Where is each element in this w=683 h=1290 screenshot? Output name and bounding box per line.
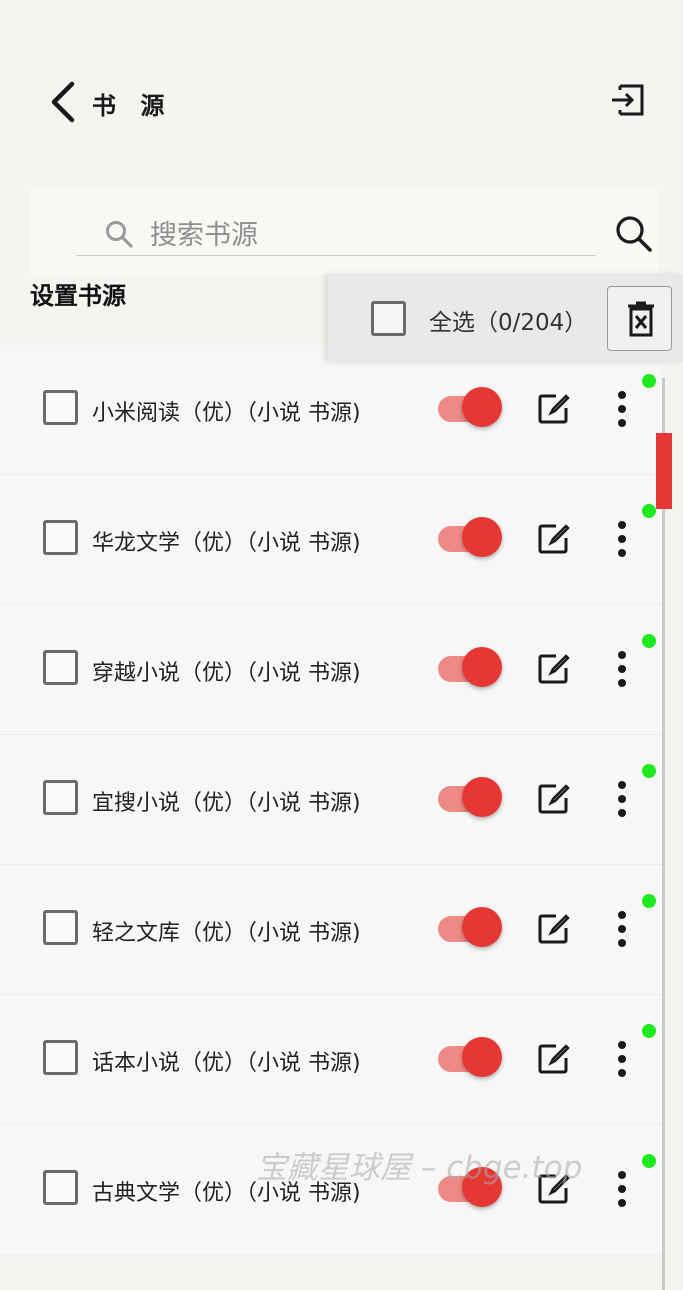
- edit-icon[interactable]: [536, 522, 570, 556]
- source-name: 宜搜小说（优）（小说 书源): [92, 791, 361, 816]
- toggle-knob: [462, 1037, 502, 1077]
- more-vertical-icon[interactable]: [608, 649, 636, 689]
- toggle-knob: [462, 777, 502, 817]
- list-item[interactable]: 小米阅读（优）（小说 书源): [0, 345, 662, 475]
- back-button[interactable]: [44, 80, 84, 124]
- delete-button[interactable]: [607, 286, 672, 351]
- enable-toggle[interactable]: [438, 387, 502, 429]
- enable-toggle[interactable]: [438, 777, 502, 819]
- source-name: 穿越小说（优）（小说 书源): [92, 661, 361, 686]
- status-dot: [642, 504, 656, 518]
- toggle-knob: [462, 387, 502, 427]
- list-item[interactable]: 轻之文库（优）（小说 书源): [0, 865, 662, 995]
- source-name: 话本小说（优）（小说 书源): [92, 1051, 361, 1076]
- source-name: 轻之文库（优）（小说 书源): [92, 921, 361, 946]
- more-vertical-icon[interactable]: [608, 1169, 636, 1209]
- status-dot: [642, 1024, 656, 1038]
- watermark: 宝藏星球屋 – cbge.top: [256, 1150, 583, 1186]
- toggle-knob: [462, 517, 502, 557]
- enable-toggle[interactable]: [438, 517, 502, 559]
- row-checkbox[interactable]: [43, 1170, 78, 1205]
- section-title: 设置书源: [30, 282, 126, 310]
- chevron-left-icon: [51, 81, 75, 123]
- search-input[interactable]: [150, 216, 580, 254]
- row-checkbox[interactable]: [43, 780, 78, 815]
- row-checkbox[interactable]: [43, 650, 78, 685]
- more-vertical-icon[interactable]: [608, 779, 636, 819]
- search-button[interactable]: [612, 212, 656, 256]
- page-title: 书 源: [92, 92, 173, 120]
- source-name: 小米阅读（优）（小说 书源): [92, 401, 361, 426]
- more-vertical-icon[interactable]: [608, 519, 636, 559]
- row-checkbox[interactable]: [43, 520, 78, 555]
- edit-icon[interactable]: [536, 652, 570, 686]
- source-name: 华龙文学（优）（小说 书源): [92, 531, 361, 556]
- delete-icon: [628, 301, 654, 337]
- search-hint-icon: [106, 221, 133, 248]
- status-dot: [642, 1154, 656, 1168]
- more-vertical-icon[interactable]: [608, 389, 636, 429]
- status-dot: [642, 634, 656, 648]
- edit-icon[interactable]: [536, 392, 570, 426]
- edit-icon[interactable]: [536, 912, 570, 946]
- more-vertical-icon[interactable]: [608, 909, 636, 949]
- row-checkbox[interactable]: [43, 1040, 78, 1075]
- import-icon: [612, 84, 644, 116]
- row-checkbox[interactable]: [43, 390, 78, 425]
- list-item[interactable]: 话本小说（优）（小说 书源): [0, 995, 662, 1125]
- select-all-label: 全选（0/204）: [429, 310, 588, 336]
- status-dot: [642, 374, 656, 388]
- import-button[interactable]: [606, 80, 650, 120]
- status-dot: [642, 894, 656, 908]
- list-item[interactable]: 宜搜小说（优）（小说 书源): [0, 735, 662, 865]
- toggle-knob: [462, 907, 502, 947]
- row-checkbox[interactable]: [43, 910, 78, 945]
- status-bar-area: [0, 0, 683, 72]
- toggle-knob: [462, 647, 502, 687]
- list-item[interactable]: 穿越小说（优）（小说 书源): [0, 605, 662, 735]
- edit-icon[interactable]: [536, 782, 570, 816]
- scrollbar-track: [662, 378, 665, 1290]
- list-item[interactable]: 华龙文学（优）（小说 书源): [0, 475, 662, 605]
- enable-toggle[interactable]: [438, 907, 502, 949]
- enable-toggle[interactable]: [438, 1037, 502, 1079]
- status-dot: [642, 764, 656, 778]
- search-icon: [616, 216, 652, 252]
- enable-toggle[interactable]: [438, 647, 502, 689]
- scrollbar-thumb[interactable]: [656, 433, 672, 509]
- more-vertical-icon[interactable]: [608, 1039, 636, 1079]
- edit-icon[interactable]: [536, 1042, 570, 1076]
- select-all-checkbox[interactable]: [371, 301, 406, 336]
